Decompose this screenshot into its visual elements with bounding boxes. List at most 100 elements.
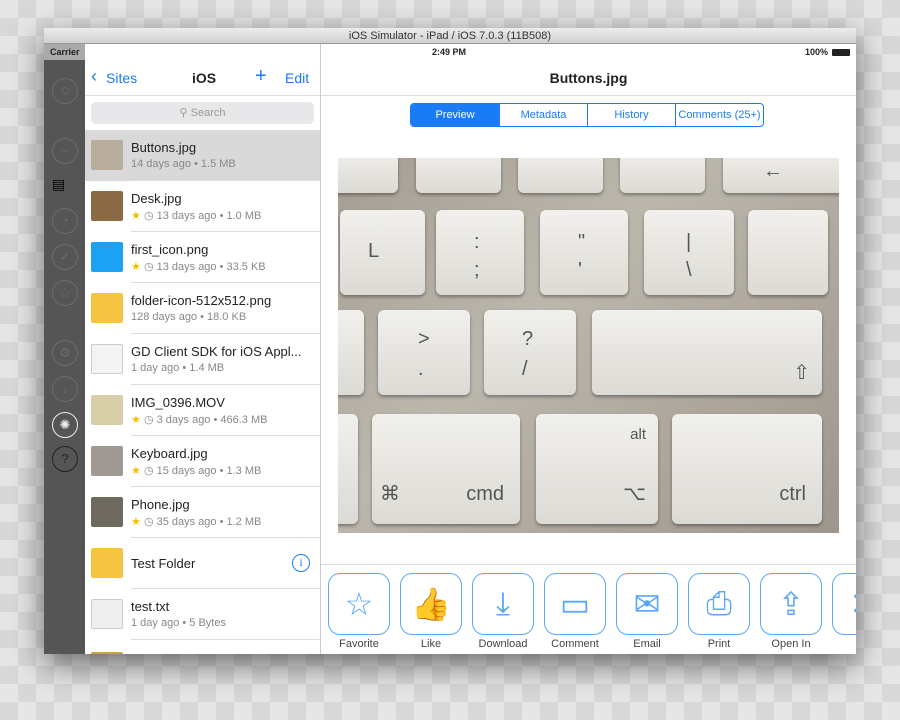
tab-comments[interactable]: Comments (25+) xyxy=(675,104,763,126)
file-list-item[interactable]: Keyboard.jpg ★ ◷ 15 days ago • 1.3 MB xyxy=(85,436,320,487)
key-label: L xyxy=(368,240,380,262)
compass-icon[interactable]: ◔ xyxy=(52,208,78,234)
action-bar: ☆ Favorite 👍 Like ⤓ Download ▭ Comment ✉ Email ⎙ Pr… xyxy=(321,564,856,654)
download-icon: ⤓ xyxy=(495,585,511,621)
file-thumbnail xyxy=(91,395,123,425)
print-button[interactable]: ⎙ Print xyxy=(688,573,750,650)
list-nav-bar: ‹ Sites iOS + Edit xyxy=(85,60,320,96)
key-label: cmd xyxy=(466,483,504,505)
file-thumbnail xyxy=(91,652,123,654)
window-title: iOS Simulator - iPad / iOS 7.0.3 (11B508… xyxy=(44,28,856,44)
file-meta: ★ ◷ 13 days ago • 33.5 KB xyxy=(131,260,266,273)
file-list-item[interactable] xyxy=(85,640,320,654)
file-name: Keyboard.jpg xyxy=(131,446,208,461)
file-name: Desk.jpg xyxy=(131,191,182,206)
gear-icon[interactable]: ⚙ xyxy=(52,340,78,366)
activity-icon[interactable]: ~ xyxy=(52,138,78,164)
file-thumbnail xyxy=(91,242,123,272)
tab-metadata[interactable]: Metadata xyxy=(499,104,587,126)
action-label: Download xyxy=(478,638,528,650)
file-thumbnail xyxy=(91,446,123,476)
tab-history[interactable]: History xyxy=(587,104,675,126)
star-icon: ★ xyxy=(131,516,141,528)
file-list-item[interactable]: IMG_0396.MOV ★ ◷ 3 days ago • 466.3 MB xyxy=(85,385,320,436)
email-button[interactable]: ✉ Email xyxy=(616,573,678,650)
key-label: " ' xyxy=(578,231,586,281)
star-icon: ★ xyxy=(131,261,141,273)
key-label: alt xyxy=(630,426,646,443)
file-name: Phone.jpg xyxy=(131,497,190,512)
file-meta-text: 1 day ago • 1.4 MB xyxy=(131,362,225,374)
key-label: : ; xyxy=(474,231,480,281)
key-label: ? / xyxy=(522,328,534,380)
more-icon: ✕ xyxy=(850,585,856,623)
star-icon: ★ xyxy=(131,210,141,222)
file-meta-text: 3 days ago • 466.3 MB xyxy=(156,414,268,426)
open-in-button[interactable]: ⇪ Open In xyxy=(760,573,822,650)
star-icon: ★ xyxy=(131,414,141,426)
file-name: folder-icon-512x512.png xyxy=(131,293,272,308)
back-chevron-icon[interactable]: ‹ xyxy=(91,67,97,85)
detail-panel: Buttons.jpg Preview Metadata History Com… xyxy=(321,44,856,654)
aperture-icon[interactable]: ✺ xyxy=(52,412,78,438)
download-icon[interactable]: ↓ xyxy=(52,376,78,402)
file-name: IMG_0396.MOV xyxy=(131,395,225,410)
like-button[interactable]: 👍 Like xyxy=(400,573,462,650)
people-icon[interactable]: ☺ xyxy=(52,78,78,104)
key-label: | \ xyxy=(686,231,692,281)
file-meta: ★ ◷ 3 days ago • 466.3 MB xyxy=(131,413,267,426)
more-button[interactable]: ✕D xyxy=(832,573,856,650)
file-name: Buttons.jpg xyxy=(131,140,197,155)
star-icon[interactable]: ☆ xyxy=(52,280,78,306)
clock-icon: ◷ xyxy=(143,465,154,477)
download-button[interactable]: ⤓ Download xyxy=(472,573,534,650)
file-list-item[interactable]: folder-icon-512x512.png 128 days ago • 1… xyxy=(85,283,320,334)
file-meta-text: 35 days ago • 1.2 MB xyxy=(156,516,262,528)
info-icon[interactable]: i xyxy=(292,554,310,572)
file-meta: 1 day ago • 1.4 MB xyxy=(131,362,224,374)
add-button[interactable]: + xyxy=(255,65,267,88)
list-title: iOS xyxy=(192,70,217,86)
help-icon[interactable]: ? xyxy=(52,446,78,472)
file-meta-text: 14 days ago • 1.5 MB xyxy=(131,158,236,170)
file-list-item[interactable]: Buttons.jpg 14 days ago • 1.5 MB xyxy=(85,130,320,181)
favorite-icon: ☆ xyxy=(344,586,374,622)
back-button[interactable]: Sites xyxy=(106,70,137,86)
file-thumbnail xyxy=(91,293,123,323)
favorite-button[interactable]: ☆ Favorite xyxy=(328,573,390,650)
key-label: > . xyxy=(418,328,430,380)
comment-button[interactable]: ▭ Comment xyxy=(544,573,606,650)
search-input[interactable]: ⚲ Search xyxy=(91,102,314,124)
file-name: GD Client SDK for iOS Appl... xyxy=(131,344,302,359)
print-icon: ⎙ xyxy=(706,585,732,621)
file-list-item[interactable]: first_icon.png ★ ◷ 13 days ago • 33.5 KB xyxy=(85,232,320,283)
file-thumbnail xyxy=(91,344,123,374)
key-label: ⇧ xyxy=(793,362,810,384)
check-icon[interactable]: ✓ xyxy=(52,244,78,270)
file-meta-text: 128 days ago • 18.0 KB xyxy=(131,311,247,323)
file-list-item[interactable]: test.txt 1 day ago • 5 Bytes xyxy=(85,589,320,640)
file-list-item[interactable]: GD Client SDK for iOS Appl... 1 day ago … xyxy=(85,334,320,385)
documents-icon[interactable]: ▤ xyxy=(52,176,76,198)
key-label: ⌥ xyxy=(622,483,646,505)
folder-icon xyxy=(91,548,123,578)
email-icon: ✉ xyxy=(633,586,661,622)
file-meta: 1 day ago • 5 Bytes xyxy=(131,617,226,629)
open-in-icon: ⇪ xyxy=(777,586,805,622)
file-list-item[interactable]: Phone.jpg ★ ◷ 35 days ago • 1.2 MB xyxy=(85,487,320,538)
star-icon: ★ xyxy=(131,465,141,477)
action-label: D xyxy=(832,638,856,650)
tab-preview[interactable]: Preview xyxy=(411,104,499,126)
sidebar: ☺ ~ ▤ ◔ ✓ ☆ ⚙ ↓ ✺ ? xyxy=(44,44,85,654)
file-meta: 14 days ago • 1.5 MB xyxy=(131,158,236,170)
edit-button[interactable]: Edit xyxy=(285,70,309,86)
file-thumbnail xyxy=(91,140,123,170)
clock-icon: ◷ xyxy=(143,414,154,426)
key-label: ctrl xyxy=(779,483,806,505)
action-label: Email xyxy=(633,638,661,650)
file-thumbnail xyxy=(91,191,123,221)
file-name: Test Folder xyxy=(131,556,196,571)
file-list-item[interactable]: Test Folder i xyxy=(85,538,320,589)
file-meta: ★ ◷ 13 days ago • 1.0 MB xyxy=(131,209,261,222)
file-list-item[interactable]: Desk.jpg ★ ◷ 13 days ago • 1.0 MB xyxy=(85,181,320,232)
